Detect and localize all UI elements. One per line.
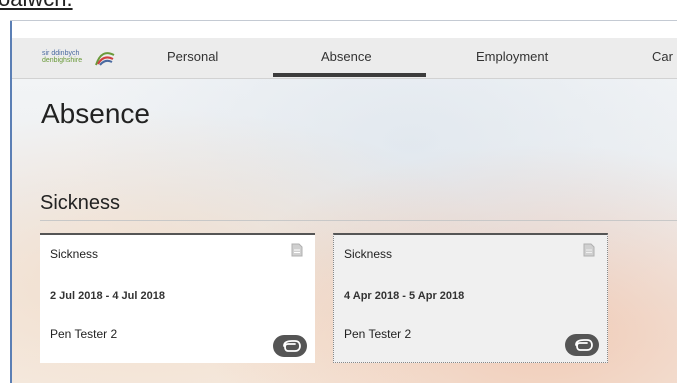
page-title: Absence <box>41 98 150 129</box>
card-person-name: Pen Tester 2 <box>344 327 412 341</box>
logo-line-2: denbighshire <box>42 57 83 64</box>
section-divider <box>40 220 677 221</box>
section-title-sickness: Sickness <box>40 192 121 214</box>
absence-card[interactable]: Sickness 2 Jul 2018 - 4 Jul 2018 Pen Tes… <box>40 233 315 363</box>
tab-personal[interactable]: Personal <box>167 49 218 64</box>
hr-portal-app: sir ddinbych denbighshire Personal Absen… <box>12 38 677 383</box>
card-absence-type: Sickness <box>50 247 99 261</box>
card-absence-type: Sickness <box>344 247 393 261</box>
paperclip-icon[interactable] <box>565 334 599 356</box>
tab-car[interactable]: Car <box>652 49 673 64</box>
tab-employment[interactable]: Employment <box>476 49 548 64</box>
active-tab-indicator <box>273 73 426 77</box>
document-heading-fragment: oaiwch. <box>0 0 73 12</box>
tab-absence[interactable]: Absence <box>321 49 372 64</box>
logo-line-1: sir ddinbych <box>42 50 80 57</box>
frame-top-border <box>10 20 677 21</box>
council-logo-icon <box>95 52 115 66</box>
document-top-strip: oaiwch. <box>0 0 677 11</box>
top-navigation: sir ddinbych denbighshire Personal Absen… <box>12 38 677 79</box>
card-person-name: Pen Tester 2 <box>50 327 118 341</box>
paperclip-icon[interactable] <box>273 335 307 357</box>
document-icon[interactable] <box>583 243 595 257</box>
logo-text: sir ddinbych denbighshire <box>42 50 82 64</box>
card-date-range: 4 Apr 2018 - 5 Apr 2018 <box>344 290 465 302</box>
council-logo[interactable]: sir ddinbych denbighshire <box>42 47 120 69</box>
card-date-range: 2 Jul 2018 - 4 Jul 2018 <box>50 290 165 302</box>
absence-card[interactable]: Sickness 4 Apr 2018 - 5 Apr 2018 Pen Tes… <box>333 233 608 363</box>
document-icon[interactable] <box>291 243 303 257</box>
